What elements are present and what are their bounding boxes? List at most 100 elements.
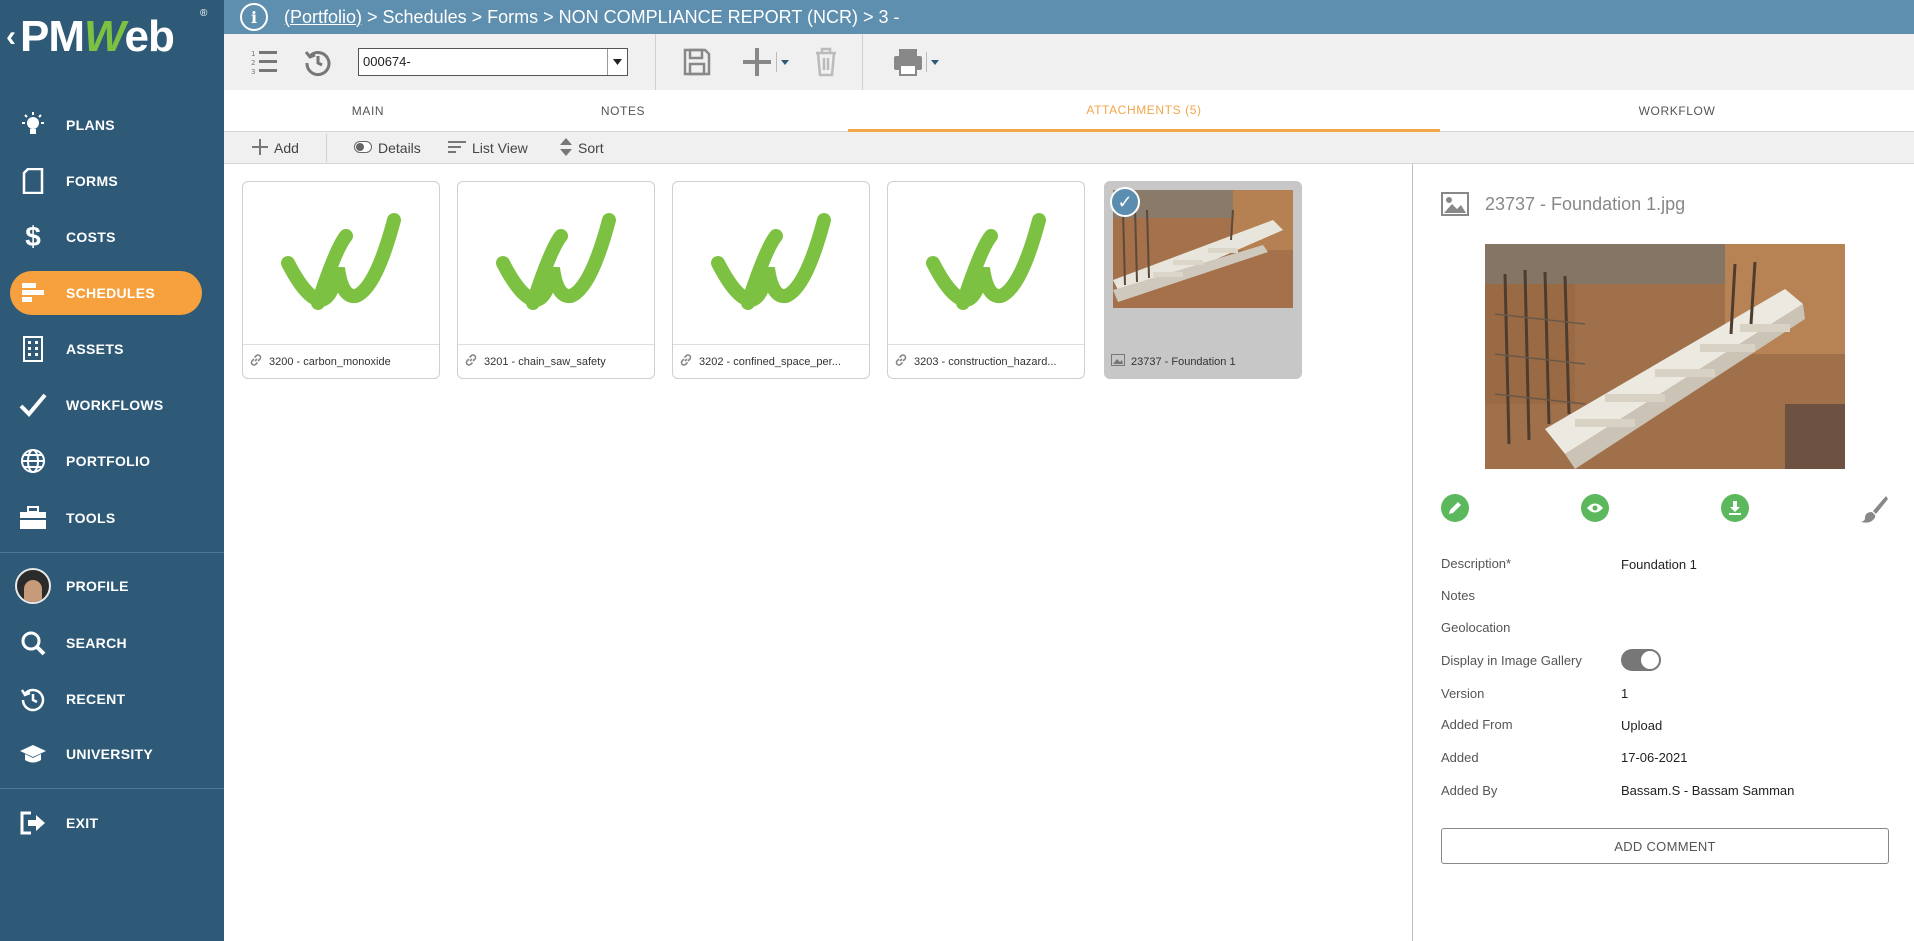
- breadcrumb-bar: i (Portfolio) > Schedules > Forms > NON …: [224, 0, 1914, 34]
- record-select[interactable]: 000674-: [358, 48, 628, 76]
- notes-label: Notes: [1441, 588, 1475, 603]
- svg-text:3: 3: [251, 68, 255, 76]
- exit-icon: [0, 810, 66, 836]
- attachment-card[interactable]: 3202 - confined_space_per...: [672, 181, 870, 379]
- sidebar-divider: [0, 788, 224, 789]
- display-in-gallery-label: Display in Image Gallery: [1441, 653, 1582, 668]
- sidebar-item-recent[interactable]: RECENT: [0, 676, 224, 722]
- search-icon: [0, 630, 66, 656]
- paintbrush-icon[interactable]: [1859, 494, 1889, 524]
- add-attachment-button[interactable]: Add: [252, 132, 299, 164]
- tab-attachments[interactable]: ATTACHMENTS (5): [848, 90, 1440, 132]
- breadcrumb-path: > Schedules > Forms > NON COMPLIANCE REP…: [362, 6, 900, 27]
- sidebar-item-portfolio[interactable]: PORTFOLIO: [0, 438, 224, 484]
- display-in-gallery-toggle[interactable]: [1621, 649, 1661, 671]
- attachment-card[interactable]: 3200 - carbon_monoxide: [242, 181, 440, 379]
- sidebar-item-tools[interactable]: TOOLS: [0, 495, 224, 541]
- tab-notes[interactable]: NOTES: [512, 90, 734, 132]
- sidebar-item-search[interactable]: SEARCH: [0, 620, 224, 666]
- print-dropdown-button[interactable]: [892, 46, 948, 78]
- breadcrumb-portfolio-link[interactable]: (Portfolio): [284, 7, 362, 27]
- sidebar-item-plans[interactable]: PLANS: [0, 102, 224, 148]
- sort-icon: [560, 137, 572, 159]
- save-icon[interactable]: [682, 46, 712, 78]
- attachment-name: 3200 - carbon_monoxide: [269, 355, 391, 368]
- pmweb-logo-thumbnail: [243, 182, 439, 344]
- sidebar: ‹ PMWeb ® PLANS FORMS $ COSTS SCHEDULES …: [0, 0, 224, 941]
- recent-icon: [0, 686, 66, 712]
- pmweb-logo-thumbnail: [888, 182, 1084, 344]
- sidebar-item-forms[interactable]: FORMS: [0, 158, 224, 204]
- added-by-value: Bassam.S - Bassam Samman: [1621, 783, 1795, 798]
- details-toggle[interactable]: Details: [354, 132, 421, 164]
- description-value[interactable]: Foundation 1: [1621, 557, 1697, 572]
- brand-name: PMWeb: [20, 12, 175, 61]
- sidebar-item-label: PLANS: [66, 117, 115, 133]
- geolocation-label: Geolocation: [1441, 620, 1511, 635]
- toggle-icon: [354, 140, 372, 156]
- schedule-icon: [0, 282, 66, 304]
- sidebar-item-costs[interactable]: $ COSTS: [0, 214, 224, 260]
- chevron-down-icon[interactable]: [607, 49, 627, 75]
- list-view-button[interactable]: List View: [448, 132, 528, 164]
- toolbar-divider: [862, 34, 863, 90]
- breadcrumb: (Portfolio) > Schedules > Forms > NON CO…: [284, 7, 900, 28]
- added-by-label: Added By: [1441, 783, 1498, 798]
- link-icon: [464, 353, 478, 370]
- attachment-name: 3202 - confined_space_per...: [699, 355, 841, 368]
- sidebar-item-label: EXIT: [66, 815, 99, 831]
- attachments-toolbar: Add Details List View Sort: [224, 132, 1914, 164]
- attachment-name: 3201 - chain_saw_safety: [484, 355, 606, 368]
- attachment-card[interactable]: 3201 - chain_saw_safety: [457, 181, 655, 379]
- attachment-name: 23737 - Foundation 1: [1131, 355, 1236, 368]
- sidebar-item-label: PORTFOLIO: [66, 453, 151, 469]
- pmweb-logo-thumbnail: [673, 182, 869, 344]
- edit-icon[interactable]: [1441, 494, 1469, 522]
- tab-main[interactable]: MAIN: [224, 90, 512, 132]
- attachment-caption: 3203 - construction_hazard...: [888, 344, 1084, 378]
- download-icon[interactable]: [1721, 494, 1749, 522]
- attachment-caption: 3202 - confined_space_per...: [673, 344, 869, 378]
- sidebar-item-label: COSTS: [66, 229, 116, 245]
- sidebar-item-exit[interactable]: EXIT: [0, 800, 224, 846]
- pmweb-logo[interactable]: ‹ PMWeb ®: [0, 0, 224, 68]
- version-label: Version: [1441, 686, 1485, 701]
- sidebar-item-profile[interactable]: PROFILE: [0, 563, 224, 609]
- add-comment-button[interactable]: ADD COMMENT: [1441, 828, 1889, 864]
- sidebar-item-schedules[interactable]: SCHEDULES: [0, 270, 224, 316]
- trash-icon[interactable]: [812, 46, 840, 78]
- view-icon[interactable]: [1581, 494, 1609, 522]
- image-icon: [1441, 192, 1469, 221]
- added-value: 17-06-2021: [1621, 750, 1688, 765]
- pmweb-logo-thumbnail: [458, 182, 654, 344]
- subbar-divider: [326, 134, 327, 162]
- foundation-photo-preview[interactable]: [1485, 244, 1845, 469]
- history-icon[interactable]: [302, 46, 334, 78]
- selected-check-icon[interactable]: ✓: [1110, 187, 1140, 217]
- forms-icon: [0, 168, 66, 194]
- record-select-value: 000674-: [363, 54, 411, 69]
- toolbar: 123 000674-: [224, 34, 1914, 90]
- attachment-detail-panel: 23737 - Foundation 1.jpg Description* Fo…: [1412, 164, 1914, 941]
- lightbulb-icon: [0, 112, 66, 138]
- back-chevron-icon[interactable]: ‹: [6, 20, 16, 54]
- added-label: Added: [1441, 750, 1479, 765]
- add-dropdown-button[interactable]: [740, 46, 796, 78]
- numbered-list-icon[interactable]: 123: [248, 46, 280, 78]
- tab-workflow[interactable]: WORKFLOW: [1440, 90, 1914, 132]
- sidebar-item-workflows[interactable]: WORKFLOWS: [0, 382, 224, 428]
- sort-button[interactable]: Sort: [560, 132, 604, 164]
- attachment-caption: 3201 - chain_saw_safety: [458, 344, 654, 378]
- attachment-card[interactable]: 3203 - construction_hazard...: [887, 181, 1085, 379]
- attachment-card-selected[interactable]: ✓ 23737 - Foundation 1: [1104, 181, 1302, 379]
- sidebar-divider: [0, 552, 224, 553]
- version-value: 1: [1621, 686, 1629, 701]
- registered-mark: ®: [200, 8, 208, 19]
- dollar-icon: $: [25, 221, 41, 252]
- info-icon[interactable]: i: [240, 3, 268, 31]
- sidebar-item-label: PROFILE: [66, 578, 129, 594]
- sidebar-item-label: ASSETS: [66, 341, 124, 357]
- sidebar-item-university[interactable]: UNIVERSITY: [0, 731, 224, 777]
- attachment-grid: 3200 - carbon_monoxide 3201 - chain_saw_…: [224, 164, 1412, 941]
- sidebar-item-assets[interactable]: ASSETS: [0, 326, 224, 372]
